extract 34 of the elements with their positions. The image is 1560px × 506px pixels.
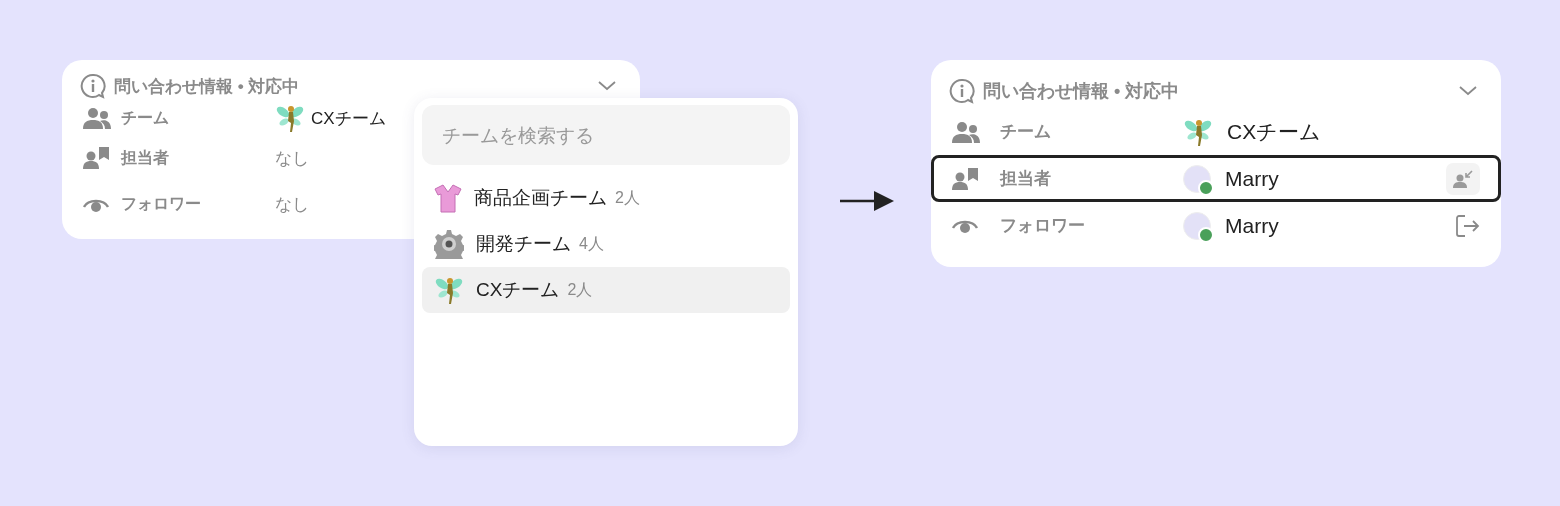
chevron-icon[interactable] [1459, 86, 1477, 96]
user-name: Marry [1225, 166, 1279, 191]
exit-icon[interactable] [1456, 214, 1480, 237]
people-icon [952, 120, 980, 143]
empty-value: なし [275, 194, 309, 216]
fairy-icon [275, 103, 305, 133]
unassign-button[interactable] [1446, 162, 1480, 195]
field-label: チーム [1000, 121, 1052, 143]
shirt-icon [434, 183, 462, 213]
team-option[interactable]: 開発チーム 4人 [422, 221, 790, 267]
team-name: CXチーム [1227, 118, 1322, 145]
field-label: フォロワー [1000, 215, 1086, 237]
field-label: 担当者 [1000, 168, 1052, 190]
field-label: フォロワー [121, 194, 202, 214]
info-icon [80, 73, 106, 99]
section-title: 問い合わせ情報 • 対応中 [114, 75, 301, 98]
section-title: 問い合わせ情報 • 対応中 [983, 80, 1181, 103]
empty-value: なし [275, 147, 309, 170]
user-name: Marry [1225, 213, 1279, 238]
team-name: CXチーム [311, 107, 386, 130]
field-label: チーム [121, 107, 170, 128]
field-label: 担当者 [121, 147, 170, 168]
chevron-icon[interactable] [598, 81, 616, 91]
people-icon [83, 107, 111, 129]
info-icon [949, 78, 975, 104]
fairy-icon [434, 275, 464, 305]
team-option[interactable]: 商品企画チーム 2人 [422, 175, 790, 221]
team-option[interactable]: CXチーム 2人 [422, 267, 790, 313]
person-flag-icon [83, 147, 111, 169]
gear-icon [434, 229, 464, 259]
arrow-icon [840, 190, 894, 212]
person-arrow-icon [1453, 169, 1473, 188]
person-flag-icon [952, 167, 980, 190]
search-field[interactable]: チームを検索する [422, 105, 790, 165]
